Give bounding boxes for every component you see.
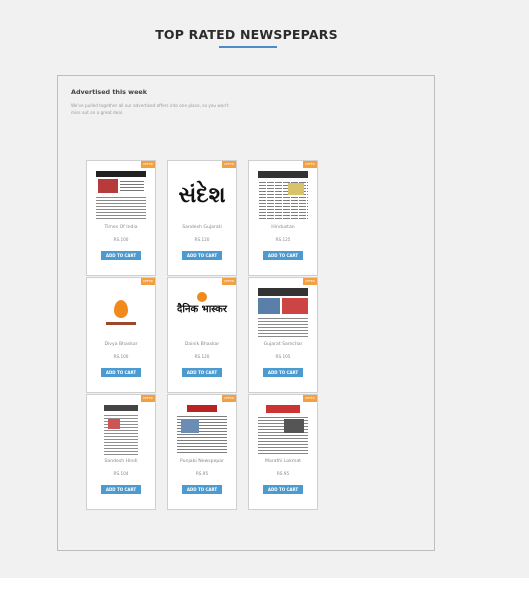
gujarat-samachar-thumbnail-icon: [258, 288, 308, 338]
add-to-cart-button[interactable]: ADD TO CART: [263, 251, 303, 260]
product-name: Marathi Lokmat: [265, 459, 301, 464]
product-card[interactable]: OFFER Marathi Lokmat RS.95 ADD TO CART: [248, 394, 318, 510]
add-to-cart-button[interactable]: ADD TO CART: [182, 251, 222, 260]
panel-heading: Advertised this week: [71, 88, 148, 96]
product-name: Sandesh Gujarati: [182, 225, 222, 230]
add-to-cart-button[interactable]: ADD TO CART: [263, 368, 303, 377]
offer-badge: OFFER: [141, 161, 155, 168]
product-price: RS.95: [276, 471, 290, 476]
product-card[interactable]: OFFER दैनिक भास्कर Dainik Bhaskar RS.120…: [167, 277, 237, 393]
product-name: Dainik Bhaskar: [184, 342, 220, 347]
product-price: RS.125: [275, 237, 291, 242]
add-to-cart-button[interactable]: ADD TO CART: [263, 485, 303, 494]
product-name: Gujarat Samchar: [263, 342, 303, 347]
dainik-bhaskar-logo-icon: दैनिक भास्कर: [177, 288, 227, 338]
product-price: RS.104: [113, 471, 129, 476]
offer-badge: OFFER: [303, 278, 317, 285]
marathi-lokmat-thumbnail-icon: [258, 405, 308, 455]
offer-badge: OFFER: [222, 395, 236, 402]
product-price: RS.100: [113, 237, 129, 242]
product-price: RS.105: [275, 354, 291, 359]
add-to-cart-button[interactable]: ADD TO CART: [182, 368, 222, 377]
product-card[interactable]: OFFER સંદેશ Sandesh Gujarati RS.120 ADD …: [167, 160, 237, 276]
times-of-india-thumbnail-icon: [96, 171, 146, 221]
product-price: RS.95: [195, 471, 209, 476]
advertised-panel: Advertised this week We've pulled togeth…: [57, 75, 435, 551]
add-to-cart-button[interactable]: ADD TO CART: [182, 485, 222, 494]
hindustan-thumbnail-icon: [258, 171, 308, 221]
title-underline: [219, 46, 277, 48]
dainik-bhaskar-logo-text: दैनिक भास्कर: [177, 304, 227, 315]
section-title: TOP RATED NEWSPEPARS: [155, 27, 338, 42]
panel-description: We've pulled together all our advertised…: [71, 103, 229, 115]
product-card[interactable]: OFFER Gujarat Samchar RS.105 ADD TO CART: [248, 277, 318, 393]
offer-badge: OFFER: [141, 278, 155, 285]
offer-badge: OFFER: [222, 161, 236, 168]
punjabi-newspaper-thumbnail-icon: [177, 405, 227, 455]
sandesh-logo-icon: સંદેશ: [178, 183, 226, 208]
divya-bhaskar-logo-icon: [96, 288, 146, 338]
offer-badge: OFFER: [303, 161, 317, 168]
product-name: Times Of India: [104, 225, 138, 230]
product-card[interactable]: OFFER Times Of India RS.100 ADD TO CART: [86, 160, 156, 276]
product-name: Sandesh Hindi: [104, 459, 138, 464]
sandesh-hindi-thumbnail-icon: [96, 405, 146, 455]
offer-badge: OFFER: [303, 395, 317, 402]
product-card[interactable]: OFFER Sandesh Hindi RS.104 ADD TO CART: [86, 394, 156, 510]
product-card[interactable]: OFFER Hindustan RS.125 ADD TO CART: [248, 160, 318, 276]
product-card[interactable]: OFFER Divya Bhaskar RS.100 ADD TO CART: [86, 277, 156, 393]
product-price: RS.100: [113, 354, 129, 359]
product-name: Punjabi Newspepar: [179, 459, 225, 464]
offer-badge: OFFER: [141, 395, 155, 402]
product-price: RS.120: [194, 354, 210, 359]
offer-badge: OFFER: [222, 278, 236, 285]
add-to-cart-button[interactable]: ADD TO CART: [101, 251, 141, 260]
product-price: RS.120: [194, 237, 210, 242]
product-name: Divya Bhaskar: [104, 342, 138, 347]
product-card[interactable]: OFFER Punjabi Newspepar RS.95 ADD TO CAR…: [167, 394, 237, 510]
add-to-cart-button[interactable]: ADD TO CART: [101, 368, 141, 377]
add-to-cart-button[interactable]: ADD TO CART: [101, 485, 141, 494]
product-name: Hindustan: [271, 225, 295, 230]
